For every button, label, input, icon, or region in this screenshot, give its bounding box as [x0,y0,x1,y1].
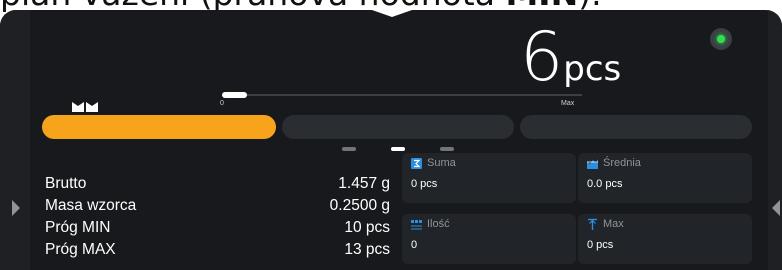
expand-right-arrow-icon[interactable] [772,200,780,216]
bargraph-max-label: Max [561,100,575,107]
expand-left-arrow-icon[interactable] [12,200,20,216]
info-label: Próg MAX [45,241,116,258]
tile-value: 0 [411,239,418,251]
tile-name: Suma [427,157,456,169]
top-notch [372,10,412,17]
stat-tile-average[interactable]: Średnia 0.0 pcs [578,153,752,203]
weighing-result: 6pcs [520,18,621,97]
function-segment-bar [42,115,752,139]
max-icon [588,218,597,230]
right-panel-handle[interactable] [768,10,782,270]
info-value: 13 pcs [344,241,390,258]
stat-tile-sum[interactable]: Suma 0 pcs [402,153,576,203]
stat-tile-count[interactable]: Ilość 0 [402,214,576,264]
info-value: 0.2500 g [329,197,390,214]
average-icon [587,158,598,169]
result-value: 6 [520,18,563,97]
info-row-sample-mass: Masa wzorca 0.2500 g [45,195,390,217]
scale-display: 6pcs 0 Max Brutto 1.457 g Masa wzorca 0.… [0,10,782,270]
stat-tile-max[interactable]: Max 0 pcs [578,214,752,264]
info-row-max-threshold: Próg MAX 13 pcs [45,239,390,261]
count-icon [411,219,422,229]
page-dot-1[interactable] [342,147,356,151]
load-bargraph-track [222,94,582,96]
tile-name: Średnia [603,157,641,169]
info-row-gross: Brutto 1.457 g [45,173,390,195]
info-label: Masa wzorca [45,197,137,214]
tile-name: Max [603,218,624,230]
tile-value: 0.0 pcs [587,178,623,190]
page-dot-2[interactable] [391,147,405,151]
zero-indicator-icon [72,102,98,112]
info-value: 10 pcs [344,219,390,236]
bargraph-zero-label: 0 [220,100,224,107]
result-unit: pcs [563,49,622,89]
segment-3[interactable] [520,115,752,139]
info-row-min-threshold: Próg MIN 10 pcs [45,217,390,239]
tile-header: Suma [410,156,456,170]
info-panel: Brutto 1.457 g Masa wzorca 0.2500 g Próg… [45,173,390,261]
load-bargraph-fill [222,92,247,98]
segment-1[interactable] [42,115,276,139]
tile-header: Ilość [410,217,450,231]
segment-2[interactable] [282,115,514,139]
info-value: 1.457 g [338,175,390,192]
tile-header: Max [586,217,624,231]
page-dot-3[interactable] [440,147,454,151]
stability-led [717,35,725,43]
tile-value: 0 pcs [411,178,438,190]
tile-value: 0 pcs [587,239,614,251]
left-panel-handle[interactable] [0,10,30,270]
tile-name: Ilość [427,218,450,230]
info-label: Próg MIN [45,219,111,236]
tile-header: Średnia [586,156,641,170]
sum-icon [411,157,422,169]
info-label: Brutto [45,175,87,192]
stability-indicator-icon [710,28,732,50]
